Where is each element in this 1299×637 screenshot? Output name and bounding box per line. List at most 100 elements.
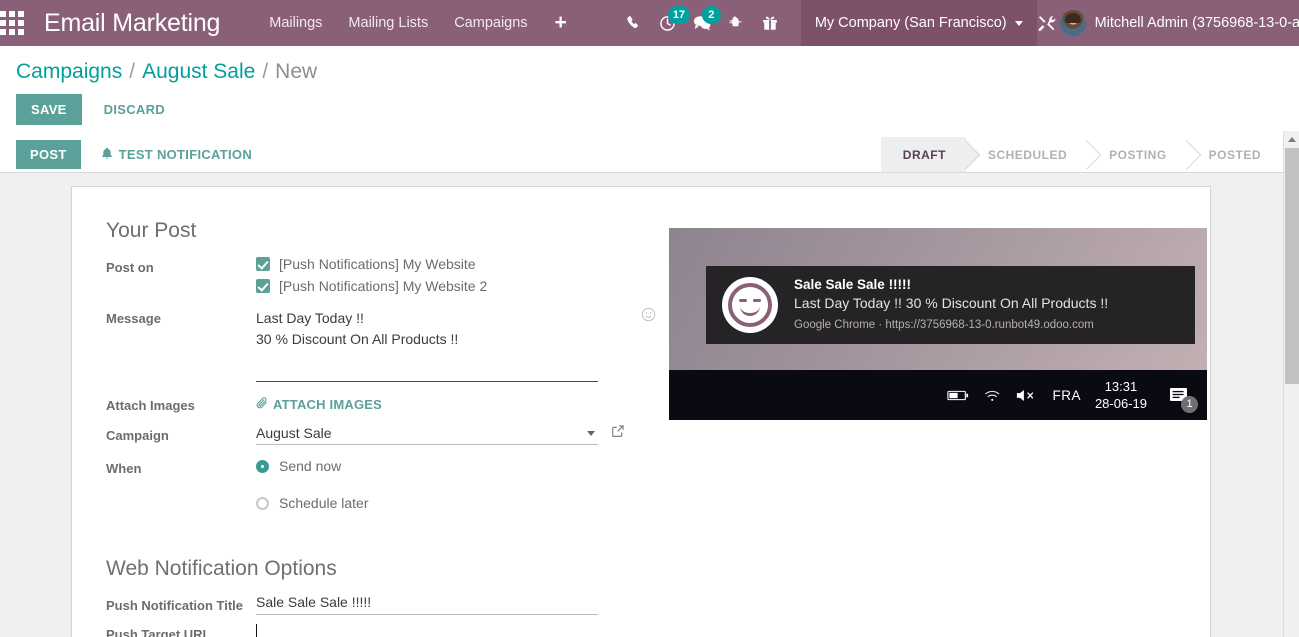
breadcrumb-campaigns[interactable]: Campaigns bbox=[16, 60, 122, 84]
form-left-column: Your Post Post on [Push Notifications] M… bbox=[106, 219, 656, 637]
preview-notification-message: Last Day Today !! 30 % Discount On All P… bbox=[794, 295, 1109, 311]
field-label-push-target-url: Push Target URL bbox=[106, 627, 211, 637]
stage-draft[interactable]: DRAFT bbox=[880, 137, 966, 172]
paperclip-icon bbox=[256, 397, 268, 412]
group-title-web-notification-options: Web Notification Options bbox=[106, 557, 337, 580]
taskbar-date: 28-06-19 bbox=[1094, 396, 1147, 411]
field-post-on: Post on [Push Notifications] My Website … bbox=[106, 253, 641, 297]
save-button[interactable]: SAVE bbox=[16, 94, 82, 125]
test-notification-label: TEST NOTIFICATION bbox=[118, 147, 253, 162]
form-right-column: Sale Sale Sale !!!!! Last Day Today !! 3… bbox=[669, 219, 1207, 637]
wifi-icon bbox=[983, 388, 1002, 403]
menu-item-mailing-lists[interactable]: Mailing Lists bbox=[335, 0, 441, 46]
taskbar-language: FRA bbox=[1052, 387, 1081, 403]
attach-images-button[interactable]: ATTACH IMAGES bbox=[256, 391, 382, 412]
stage-posting[interactable]: POSTING bbox=[1087, 137, 1187, 172]
taskbar-clock: 13:31 28-06-19 bbox=[1095, 378, 1147, 412]
stage-label: POSTING bbox=[1109, 147, 1167, 162]
taskbar-time: 13:31 bbox=[1104, 379, 1138, 394]
attach-images-label: ATTACH IMAGES bbox=[273, 397, 382, 412]
field-attach-images: Attach Images ATTACH IMAGES bbox=[106, 391, 641, 414]
discard-button[interactable]: DISCARD bbox=[90, 94, 179, 125]
radio-selected-icon[interactable] bbox=[256, 459, 269, 473]
field-label-when: When bbox=[106, 461, 142, 476]
push-target-url-input[interactable] bbox=[256, 620, 598, 637]
field-when: When Send now Schedule later bbox=[106, 454, 641, 515]
push-notification-title-input[interactable]: Sale Sale Sale !!!!! bbox=[256, 591, 598, 615]
breadcrumb-current: New bbox=[275, 60, 318, 83]
chevron-down-icon bbox=[1014, 20, 1023, 26]
field-label-push-notification-title: Push Notification Title bbox=[106, 598, 243, 613]
company-switcher[interactable]: My Company (San Francisco) bbox=[800, 0, 1037, 46]
bell-icon bbox=[101, 147, 113, 163]
test-notification-button[interactable]: TEST NOTIFICATION bbox=[89, 140, 264, 170]
field-push-notification-title: Push Notification Title Sale Sale Sale !… bbox=[106, 591, 641, 615]
preview-taskbar: FRA 13:31 28-06-19 1 bbox=[669, 370, 1207, 420]
record-actions: SAVE DISCARD bbox=[0, 84, 1299, 137]
user-name: Mitchell Admin (3756968-13-0-all) bbox=[1094, 15, 1299, 31]
stage-label: DRAFT bbox=[902, 147, 946, 162]
stage-pipeline: DRAFT SCHEDULED POSTING POSTED bbox=[880, 137, 1299, 172]
app-brand-title[interactable]: Email Marketing bbox=[44, 9, 220, 38]
vertical-scrollbar[interactable] bbox=[1283, 131, 1299, 637]
field-push-target-url: Push Target URL bbox=[106, 620, 641, 637]
top-navbar: Email Marketing Mailings Mailing Lists C… bbox=[0, 0, 1299, 46]
stage-label: SCHEDULED bbox=[987, 147, 1068, 162]
scroll-up-arrow-icon[interactable] bbox=[1284, 131, 1299, 147]
battery-icon bbox=[947, 389, 969, 402]
checkbox-label: [Push Notifications] My Website 2 bbox=[279, 278, 488, 294]
field-label-campaign: Campaign bbox=[106, 428, 169, 443]
message-line-1: Last Day Today !! bbox=[256, 310, 364, 326]
radio-send-now[interactable]: Send now bbox=[256, 454, 641, 478]
menu-item-campaigns[interactable]: Campaigns bbox=[441, 0, 540, 46]
main-content: Your Post Post on [Push Notifications] M… bbox=[0, 173, 1299, 637]
preview-notification-card: Sale Sale Sale !!!!! Last Day Today !! 3… bbox=[706, 266, 1195, 344]
notification-center-icon: 1 bbox=[1161, 377, 1198, 413]
campaign-value: August Sale bbox=[256, 425, 332, 441]
activity-clock-icon[interactable]: 17 bbox=[651, 0, 691, 46]
user-menu[interactable]: Mitchell Admin (3756968-13-0-all) bbox=[1056, 10, 1299, 36]
volume-muted-icon bbox=[1016, 388, 1038, 403]
checkbox-my-website[interactable]: [Push Notifications] My Website bbox=[256, 253, 641, 275]
breadcrumb-august-sale[interactable]: August Sale bbox=[142, 60, 255, 84]
radio-unselected-icon[interactable] bbox=[256, 496, 269, 510]
main-menu: Mailings Mailing Lists Campaigns + bbox=[256, 0, 581, 46]
emoji-smiley-icon[interactable] bbox=[641, 307, 656, 327]
add-new-button[interactable]: + bbox=[541, 0, 581, 46]
stage-scheduled[interactable]: SCHEDULED bbox=[965, 137, 1088, 172]
field-message: Message Last Day Today !! 30 % Discount … bbox=[106, 304, 656, 382]
preview-notification-title: Sale Sale Sale !!!!! bbox=[794, 277, 912, 292]
checkbox-my-website-2[interactable]: [Push Notifications] My Website 2 bbox=[256, 275, 641, 297]
avatar bbox=[1059, 10, 1086, 36]
field-label-attach-images: Attach Images bbox=[106, 398, 195, 413]
messages-icon[interactable]: 2 bbox=[685, 0, 721, 46]
gift-icon[interactable] bbox=[753, 0, 787, 46]
external-link-icon[interactable] bbox=[611, 424, 625, 443]
field-label-post-on: Post on bbox=[106, 260, 154, 275]
phone-icon[interactable] bbox=[617, 0, 651, 46]
notification-count-badge: 1 bbox=[1181, 396, 1198, 413]
checkbox-checked-icon[interactable] bbox=[256, 279, 270, 293]
post-button[interactable]: POST bbox=[16, 140, 81, 169]
radio-label: Schedule later bbox=[279, 495, 369, 511]
checkbox-checked-icon[interactable] bbox=[256, 257, 270, 271]
radio-schedule-later[interactable]: Schedule later bbox=[256, 491, 641, 515]
checkbox-label: [Push Notifications] My Website bbox=[279, 256, 476, 272]
notification-preview-image: Sale Sale Sale !!!!! Last Day Today !! 3… bbox=[669, 228, 1207, 420]
bug-icon[interactable] bbox=[719, 0, 753, 46]
radio-label: Send now bbox=[279, 458, 342, 474]
apps-grid-icon[interactable] bbox=[0, 0, 24, 46]
text-cursor bbox=[256, 624, 257, 637]
form-sheet: Your Post Post on [Push Notifications] M… bbox=[71, 186, 1211, 637]
menu-item-mailings[interactable]: Mailings bbox=[256, 0, 335, 46]
chevron-down-icon bbox=[587, 430, 595, 436]
statusbar: POST TEST NOTIFICATION DRAFT SCHEDULED P… bbox=[0, 137, 1299, 173]
message-textarea[interactable]: Last Day Today !! 30 % Discount On All P… bbox=[256, 304, 656, 382]
breadcrumb: Campaigns / August Sale / New bbox=[0, 46, 1299, 84]
scrollbar-thumb[interactable] bbox=[1285, 148, 1299, 384]
wrench-screwdriver-icon[interactable] bbox=[1037, 0, 1056, 46]
message-line-2: 30 % Discount On All Products !! bbox=[256, 331, 459, 347]
breadcrumb-separator: / bbox=[129, 60, 136, 83]
statusbar-actions: POST TEST NOTIFICATION bbox=[0, 137, 264, 172]
campaign-select[interactable]: August Sale bbox=[256, 421, 598, 445]
